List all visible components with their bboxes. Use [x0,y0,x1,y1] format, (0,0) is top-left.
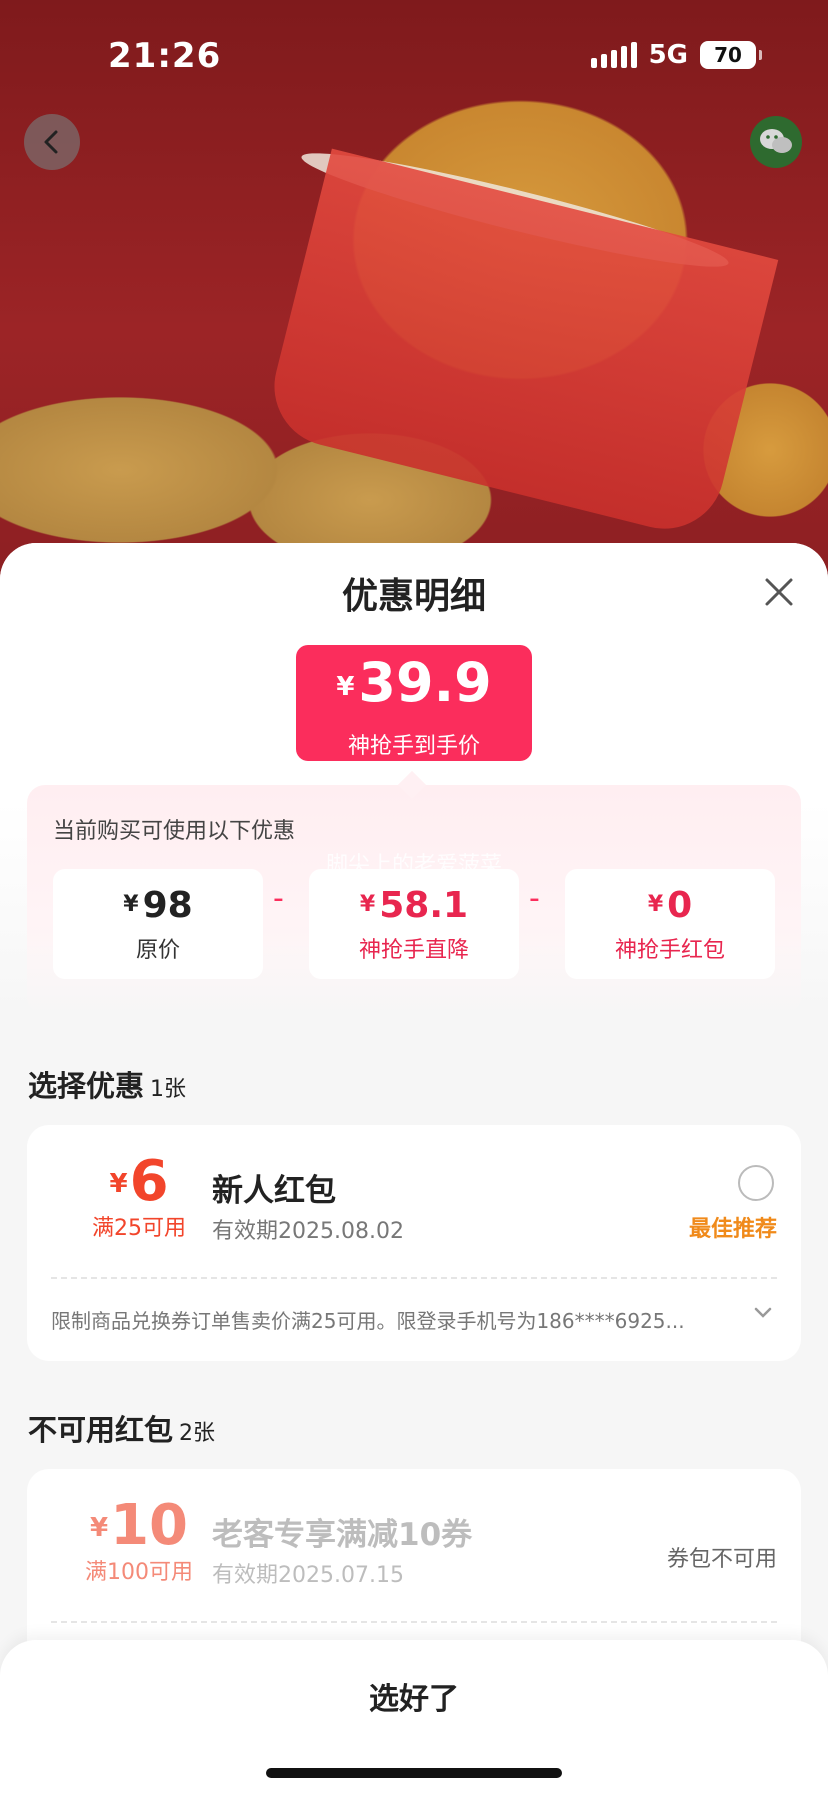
chevron-down-icon [754,1307,772,1318]
bottom-action-bar: 选好了 [0,1640,828,1795]
discount-breakdown-card: 当前购买可使用以下优惠 脚尖上的老爱菠菜 ¥98 原价 - ¥58.1 神抢手直… [27,785,801,1015]
coupon-value: 10 [110,1493,189,1558]
status-time: 21:26 [108,36,222,76]
coupon-amount: ¥10 满100可用 [69,1493,209,1586]
coupon-expiry: 有效期2025.08.02 [212,1219,404,1244]
coupon-name: 老客专享满减10券 [212,1517,473,1553]
coupon-currency: ¥ [109,1169,128,1199]
red-packet-box: ¥0 神抢手红包 [565,869,775,979]
minus-sign: - [273,881,284,916]
wechat-icon [760,129,792,153]
minus-sign: - [529,881,540,916]
coupon-name: 新人红包 [212,1173,336,1209]
original-price-label: 原价 [135,938,180,963]
coupon-value: 6 [129,1149,169,1214]
available-title-text: 选择优惠 [28,1069,145,1103]
discount-detail-sheet: 优惠明细 ¥39.9 神抢手到手价 当前购买可使用以下优惠 脚尖上的老爱菠菜 ¥… [0,543,828,1795]
red-packet-label: 神抢手红包 [614,938,725,963]
breakdown-caption: 当前购买可使用以下优惠 [53,819,296,844]
original-price-currency: ¥ [123,892,139,917]
home-indicator [266,1768,562,1778]
original-price-value: 98 [142,885,193,926]
coupon-condition: 满100可用 [85,1560,193,1585]
hero-image [0,0,828,600]
chevron-left-icon [44,130,58,154]
close-icon [765,578,793,606]
red-packet-currency: ¥ [647,892,664,917]
available-section-title: 选择优惠 1张 [28,1063,186,1105]
sheet-title: 优惠明细 [341,576,486,617]
final-price-badge: ¥39.9 神抢手到手价 [296,645,532,761]
unavailable-section-title: 不可用红包 2张 [28,1407,215,1449]
red-packet-value: 0 [667,885,693,926]
dashed-divider [51,1621,777,1623]
food-bucket [261,148,779,542]
coupon-currency: ¥ [89,1513,109,1543]
unavailable-title-text: 不可用红包 [28,1413,174,1447]
network-type: 5G [648,40,688,70]
final-price-currency: ¥ [336,672,355,702]
final-price-value: 39.9 [358,651,492,714]
available-count: 1张 [150,1077,187,1102]
original-price-box: ¥98 原价 [53,869,263,979]
direct-discount-label: 神抢手直降 [358,938,469,963]
confirm-button[interactable]: 选好了 [0,1674,828,1718]
dashed-divider [51,1277,777,1279]
final-price-label: 神抢手到手价 [347,734,480,759]
expand-rules-button[interactable] [753,1305,773,1324]
close-button[interactable] [760,573,798,611]
direct-discount-currency: ¥ [359,892,376,917]
coupon-expiry: 有效期2025.07.15 [212,1563,404,1588]
coupon-unavailable-status: 券包不可用 [666,1547,777,1572]
coupon-card-new-user[interactable]: ¥6 满25可用 新人红包 有效期2025.08.02 最佳推荐 限制商品兑换券… [27,1125,801,1361]
wechat-share-button[interactable] [750,116,802,168]
best-recommend-tag: 最佳推荐 [688,1217,777,1242]
status-indicators: 5G 70 [590,40,762,70]
coupon-rules: 限制商品兑换券订单售卖价满25可用。限登录手机号为186****6925... [51,1309,685,1333]
coupon-condition: 满25可用 [92,1216,186,1241]
unavailable-count: 2张 [179,1421,216,1446]
signal-icon [590,42,637,68]
direct-discount-box: ¥58.1 神抢手直降 [309,869,519,979]
coupon-amount: ¥6 满25可用 [69,1149,209,1242]
direct-discount-value: 58.1 [379,885,469,926]
battery-level: 70 [714,43,742,67]
battery-icon: 70 [700,41,762,69]
coupon-select-radio[interactable] [738,1165,774,1201]
back-button[interactable] [24,114,80,170]
